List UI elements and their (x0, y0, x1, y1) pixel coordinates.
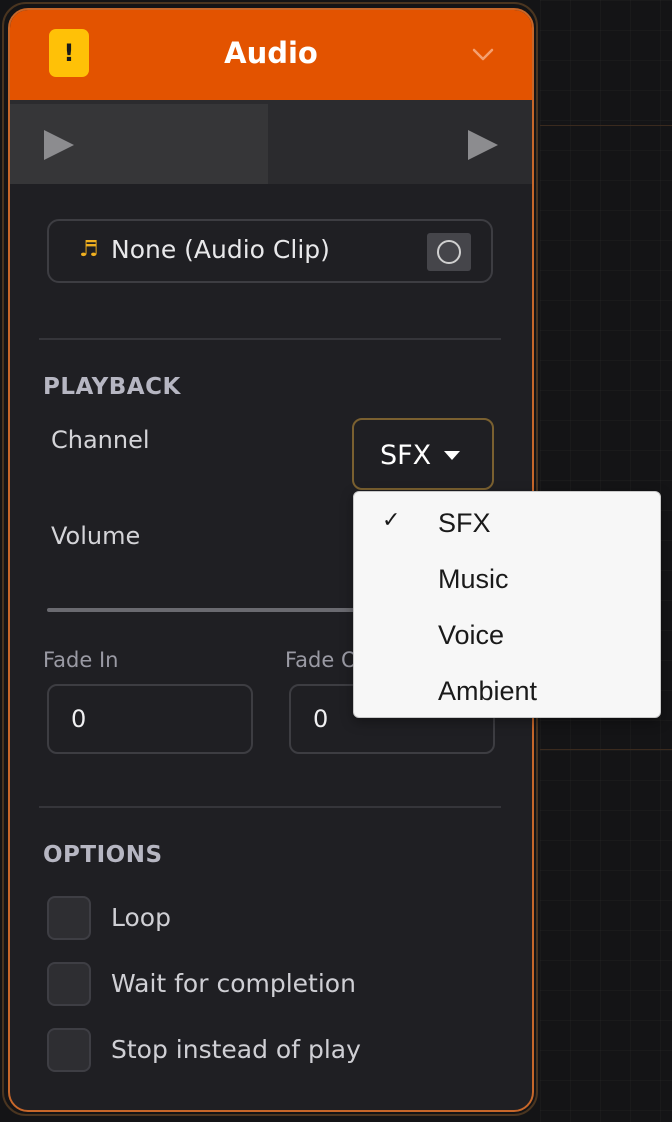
output-port[interactable] (272, 104, 532, 184)
fade-in-input[interactable]: 0 (47, 684, 253, 754)
dropdown-option-ambient[interactable]: Ambient (354, 662, 660, 718)
stop-instead-of-play-option[interactable]: Stop instead of play (47, 1028, 487, 1074)
loop-option[interactable]: Loop (47, 896, 487, 942)
dropdown-option-label: SFX (438, 508, 491, 538)
wait-for-completion-label: Wait for completion (111, 969, 356, 998)
loop-checkbox[interactable] (47, 896, 91, 940)
channel-select-value: SFX (380, 440, 432, 471)
object-picker-button[interactable] (427, 233, 471, 271)
caret-down-icon (444, 451, 460, 460)
volume-slider[interactable] (47, 608, 367, 612)
play-icon (44, 130, 74, 160)
wait-for-completion-checkbox[interactable] (47, 962, 91, 1006)
wait-for-completion-option[interactable]: Wait for completion (47, 962, 487, 1008)
stop-instead-of-play-label: Stop instead of play (111, 1035, 361, 1064)
playback-section-title: PLAYBACK (43, 374, 181, 400)
input-port[interactable] (10, 104, 268, 184)
fade-in-label: Fade In (43, 648, 119, 672)
node-title: Audio (224, 36, 318, 70)
audio-clip-field[interactable]: ♬ None (Audio Clip) (47, 219, 493, 283)
play-icon (468, 130, 498, 160)
channel-label: Channel (51, 426, 150, 454)
target-icon (437, 240, 461, 264)
canvas-connection-line (540, 749, 672, 750)
canvas-connection-line (540, 125, 672, 126)
dropdown-option-sfx[interactable]: ✓ SFX (354, 494, 660, 550)
dropdown-option-music[interactable]: Music (354, 550, 660, 606)
fade-out-label: Fade O (285, 648, 358, 672)
dropdown-option-label: Ambient (438, 676, 538, 706)
node-header[interactable]: ! Audio (10, 10, 532, 100)
dropdown-option-voice[interactable]: Voice (354, 606, 660, 662)
channel-dropdown-menu: ✓ SFX Music Voice Ambient (353, 491, 661, 718)
options-section-title: OPTIONS (43, 842, 163, 868)
dropdown-option-label: Music (438, 564, 509, 594)
section-divider (39, 806, 501, 808)
audio-clip-value: None (Audio Clip) (111, 235, 330, 264)
checkmark-icon: ✓ (382, 508, 401, 533)
port-bar (10, 100, 532, 184)
loop-label: Loop (111, 903, 171, 932)
channel-select[interactable]: SFX (352, 418, 494, 490)
dropdown-option-label: Voice (438, 620, 505, 650)
chevron-down-icon[interactable] (472, 48, 494, 62)
music-note-icon: ♬ (79, 237, 99, 262)
stop-instead-of-play-checkbox[interactable] (47, 1028, 91, 1072)
section-divider (39, 338, 501, 340)
volume-label: Volume (51, 522, 141, 550)
